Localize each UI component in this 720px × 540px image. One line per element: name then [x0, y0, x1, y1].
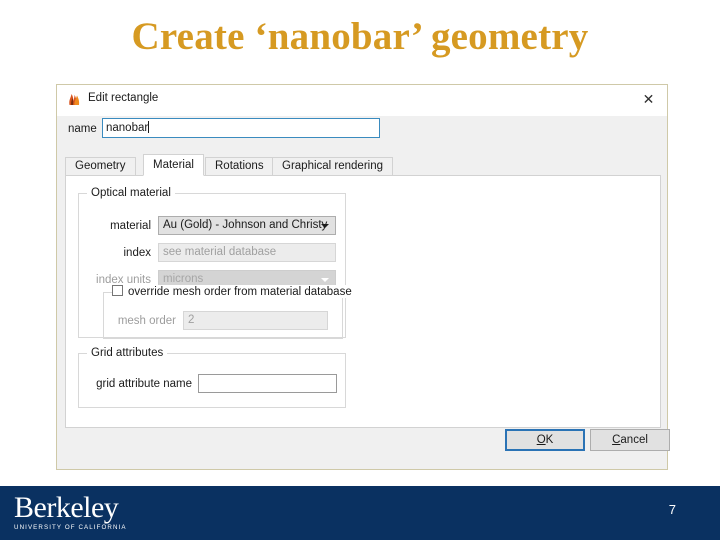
material-dropdown-value: Au (Gold) - Johnson and Christy	[163, 219, 328, 231]
material-tab-panel: Optical material material Au (Gold) - Jo…	[65, 175, 661, 428]
index-label: index	[123, 247, 152, 259]
name-input[interactable]: nanobar	[102, 118, 380, 138]
mesh-order-input-value: 2	[188, 314, 195, 326]
edit-rectangle-dialog: Edit rectangle ✕ name nanobar Geometry M…	[56, 84, 670, 470]
material-dropdown[interactable]: Au (Gold) - Johnson and Christy	[158, 216, 336, 235]
tab-strip: Geometry Material Rotations Graphical re…	[65, 154, 661, 176]
cancel-button-label-rest: ancel	[620, 434, 648, 446]
ok-button[interactable]: OK	[505, 429, 585, 451]
index-input-placeholder: see material database	[163, 246, 277, 258]
mesh-order-input[interactable]: 2	[183, 311, 328, 330]
index-input[interactable]: see material database	[158, 243, 336, 262]
optical-material-group-title: Optical material	[87, 187, 175, 199]
grid-attributes-group: Grid attributes grid attribute name	[78, 347, 346, 408]
berkeley-logo: Berkeley UNIVERSITY OF CALIFORNIA	[14, 491, 127, 532]
tab-material[interactable]: Material	[143, 154, 204, 176]
berkeley-wordmark: Berkeley	[14, 491, 119, 524]
index-units-dropdown-value: microns	[163, 273, 204, 285]
ok-button-mnemonic: O	[536, 434, 546, 446]
text-caret	[148, 121, 150, 133]
override-mesh-order-checkbox[interactable]: override mesh order from material databa…	[112, 285, 356, 298]
material-label: material	[110, 220, 151, 232]
tab-graphical-rendering[interactable]: Graphical rendering	[272, 157, 394, 175]
name-row: name nanobar	[57, 118, 667, 142]
chevron-down-icon	[321, 224, 329, 228]
name-label: name	[68, 123, 97, 135]
mesh-order-label: mesh order	[117, 315, 176, 327]
tab-geometry[interactable]: Geometry	[65, 157, 136, 175]
override-mesh-order-group: override mesh order from material databa…	[103, 285, 356, 339]
berkeley-subtitle: UNIVERSITY OF CALIFORNIA	[14, 524, 127, 531]
cancel-button[interactable]: Cancel	[590, 429, 670, 451]
checkbox-box-icon	[112, 285, 123, 296]
grid-attribute-name-label: grid attribute name	[96, 378, 192, 390]
dialog-titlebar: Edit rectangle ✕	[57, 85, 667, 116]
slide-footer: Berkeley UNIVERSITY OF CALIFORNIA 7	[0, 486, 720, 540]
name-input-value: nanobar	[106, 122, 149, 134]
meep-flame-icon	[67, 92, 82, 107]
grid-attributes-group-title: Grid attributes	[87, 347, 168, 359]
dialog-title: Edit rectangle	[88, 92, 159, 104]
close-icon[interactable]: ✕	[639, 90, 658, 109]
grid-attribute-name-input[interactable]	[198, 374, 337, 393]
chevron-down-icon	[321, 278, 329, 282]
override-mesh-order-label: override mesh order from material databa…	[128, 286, 352, 298]
page-title: Create ‘nanobar’ geometry	[131, 15, 589, 58]
ok-button-label-rest: K	[545, 434, 554, 446]
optical-material-group: Optical material material Au (Gold) - Jo…	[78, 187, 356, 339]
tab-rotations[interactable]: Rotations	[205, 157, 274, 175]
slide-number: 7	[668, 502, 676, 517]
